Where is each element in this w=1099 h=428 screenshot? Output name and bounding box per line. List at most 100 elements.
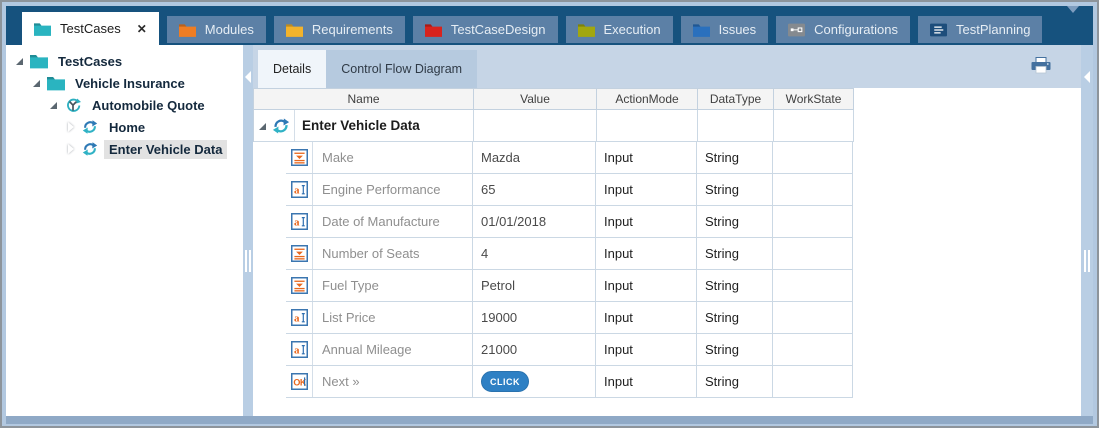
actionmode-cell[interactable]: Input [596,334,697,366]
value-cell[interactable]: 01/01/2018 [473,206,596,238]
row-name-label: Date of Manufacture [313,214,440,229]
main-tab-testcases[interactable]: TestCases✕ [22,12,159,45]
text-icon [291,181,308,198]
column-header-actionmode[interactable]: ActionMode [597,89,698,110]
row-indent [253,366,286,398]
name-cell: Number of Seats [286,238,473,270]
value-cell[interactable]: Mazda [473,142,596,174]
value-cell[interactable]: 65 [473,174,596,206]
workstate-cell[interactable] [773,238,853,270]
table-row[interactable]: Engine Performance65InputString [253,174,854,206]
table-row[interactable]: Date of Manufacture 01/01/2018InputString [253,206,854,238]
main-tab-label: Modules [205,22,254,37]
tree-item-automobile-quote[interactable]: Automobile Quote [6,94,243,116]
main-tab-execution[interactable]: Execution [566,16,673,43]
tree-item-testcases[interactable]: TestCases [6,50,243,72]
value-cell[interactable]: 4 [473,238,596,270]
row-value-label: 4 [481,246,488,261]
tab-details[interactable]: Details [258,50,326,88]
value-cell[interactable]: 21000 [473,334,596,366]
workstate-cell[interactable] [773,366,853,398]
datatype-cell[interactable]: String [697,174,773,206]
workstate-cell[interactable] [773,302,853,334]
collapse-right-panel-icon[interactable] [1084,71,1090,83]
table-row[interactable]: Fuel Type PetrolInputString [253,270,854,302]
left-splitter[interactable] [243,45,253,416]
column-header-name[interactable]: Name [254,89,474,110]
datatype-cell[interactable]: String [697,206,773,238]
tree-item-home[interactable]: Home [6,116,243,138]
tree-item-vehicle-insurance[interactable]: Vehicle Insurance [6,72,243,94]
collapse-left-panel-icon[interactable] [245,71,251,83]
datatype-cell[interactable]: String [697,334,773,366]
actionmode-cell[interactable]: Input [596,302,697,334]
actionmode-cell[interactable]: Input [596,366,697,398]
horizontal-scrollbar[interactable] [6,416,1093,424]
close-tab-icon[interactable]: ✕ [137,22,147,36]
table-row[interactable]: Number of Seats 4 InputString [253,238,854,270]
table-row[interactable]: Annual Mileage21000InputString [253,334,854,366]
detail-tab-bar: Details Control Flow Diagram [253,45,1081,88]
main-tab-testplanning[interactable]: TestPlanning [918,16,1042,43]
expander-collapsed-icon[interactable] [65,121,77,133]
workstate-cell[interactable] [773,142,853,174]
main-tab-modules[interactable]: Modules [167,16,266,43]
datatype-cell[interactable]: String [697,366,773,398]
main-tab-label: Issues [719,22,757,37]
table-row[interactable]: Next » CLICK InputString [253,366,854,398]
right-splitter[interactable] [1081,45,1093,416]
expander-expanded-icon[interactable] [48,99,60,111]
datatype-cell[interactable]: String [697,302,773,334]
row-name-label: List Price [313,310,375,325]
detail-pane: Details Control Flow Diagram NameValueAc… [253,45,1081,416]
datatype-cell[interactable]: String [697,142,773,174]
workstate-cell[interactable] [773,270,853,302]
main-tab-testcasedesign[interactable]: TestCaseDesign [413,16,558,43]
name-cell: Next » [286,366,473,398]
text-icon [291,309,308,326]
name-cell: Annual Mileage [286,334,473,366]
workstate-cell[interactable] [773,174,853,206]
expander-expanded-icon[interactable] [14,55,26,67]
column-header-workstate[interactable]: WorkState [774,89,854,110]
select-icon [291,149,308,166]
row-indent [253,270,286,302]
testcase-icon [64,97,82,113]
actionmode-cell[interactable]: Input [596,142,697,174]
column-header-value[interactable]: Value [474,89,597,110]
main-tab-requirements[interactable]: Requirements [274,16,405,43]
table-row[interactable]: MakeMazdaInputString [253,142,854,174]
actionmode-cell[interactable]: Input [596,206,697,238]
actionmode-cell[interactable]: Input [596,270,697,302]
value-cell[interactable]: CLICK [473,366,596,398]
name-cell: Make [286,142,473,174]
tree-item-enter-vehicle-data[interactable]: Enter Vehicle Data [6,138,243,160]
tab-overflow-button[interactable] [1067,13,1079,31]
datatype-cell[interactable]: String [697,238,773,270]
empty-cell [774,110,854,142]
expander-collapsed-icon[interactable] [65,143,77,155]
grid-row-parent[interactable]: Enter Vehicle Data [253,110,854,142]
tab-control-flow-diagram[interactable]: Control Flow Diagram [326,50,477,88]
actionmode-cell[interactable]: Input [596,174,697,206]
expander-expanded-icon[interactable] [31,77,43,89]
table-row[interactable]: List Price 19000InputString [253,302,854,334]
datatype-cell[interactable]: String [697,270,773,302]
value-cell[interactable]: Petrol [473,270,596,302]
click-button[interactable]: CLICK [481,371,529,392]
value-cell[interactable]: 19000 [473,302,596,334]
main-tab-configurations[interactable]: Configurations [776,16,910,43]
printer-icon[interactable] [1029,54,1053,78]
splitter-grip [1084,250,1090,272]
workstate-cell[interactable] [773,334,853,366]
row-name-label: Fuel Type [313,278,379,293]
actionmode-cell[interactable]: Input [596,238,697,270]
select-icon [291,245,308,262]
workstate-cell[interactable] [773,206,853,238]
name-cell: Fuel Type [286,270,473,302]
main-tab-label: TestPlanning [956,22,1030,37]
expander-expanded-icon[interactable] [257,120,269,132]
chevron-down-icon [1067,6,1079,30]
column-header-datatype[interactable]: DataType [698,89,774,110]
main-tab-issues[interactable]: Issues [681,16,769,43]
